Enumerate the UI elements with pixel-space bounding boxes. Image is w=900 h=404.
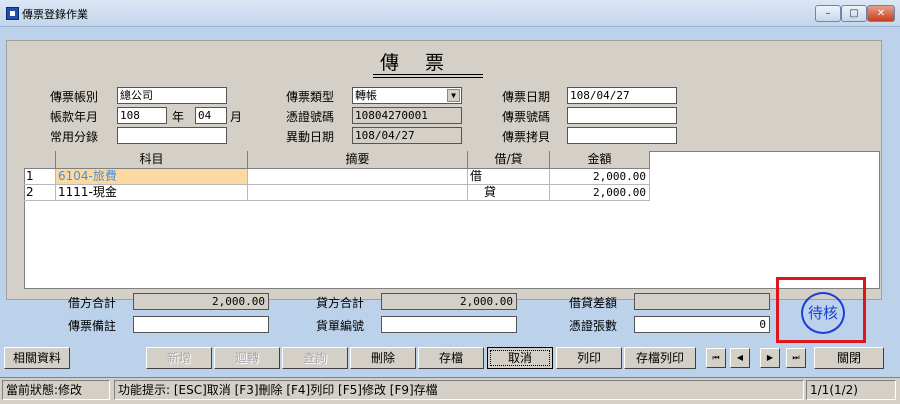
last-record-icon[interactable]: ⏭ <box>786 348 806 368</box>
bill-number-label: 貨單編號 <box>316 319 365 333</box>
subject-cell[interactable]: 6104-旅費 <box>56 169 248 185</box>
grid-corner <box>24 151 56 169</box>
related-data-button[interactable]: 相關資料 <box>4 347 70 369</box>
window-titlebar <box>0 0 900 27</box>
credit-total-label: 貸方合計 <box>316 296 365 310</box>
credit-total-field: 2,000.00 <box>381 293 517 310</box>
row-number: 2 <box>24 185 56 201</box>
print-button[interactable]: 列印 <box>556 347 622 369</box>
voucher-number-label: 傳票號碼 <box>502 110 551 124</box>
row-number: 1 <box>24 169 56 185</box>
summary-cell[interactable] <box>248 169 468 185</box>
amount-cell[interactable]: 2,000.00 <box>550 185 650 201</box>
debit-total-field: 2,000.00 <box>133 293 269 310</box>
query-button[interactable]: 查詢 <box>282 347 348 369</box>
amount-cell[interactable]: 2,000.00 <box>550 169 650 185</box>
debit-credit-cell[interactable]: 借 <box>468 169 550 185</box>
debit-total-label: 借方合計 <box>68 296 117 310</box>
window-title: 傳票登錄作業 <box>22 8 88 21</box>
voucher-type-label: 傳票類型 <box>286 90 335 104</box>
account-field[interactable]: 總公司 <box>117 87 227 104</box>
delete-button[interactable]: 刪除 <box>350 347 416 369</box>
year-unit: 年 <box>172 110 185 124</box>
column-header-amount[interactable]: 金額 <box>550 151 650 169</box>
status-state: 當前狀態:修改 <box>2 380 110 400</box>
app-icon <box>6 7 19 20</box>
year-field[interactable]: 108 <box>117 107 167 124</box>
voucher-date-label: 傳票日期 <box>502 90 551 104</box>
save-print-button[interactable]: 存檔列印 <box>624 347 696 369</box>
balance-diff-field <box>634 293 770 310</box>
column-header-debit-credit[interactable]: 借/貸 <box>468 151 550 169</box>
status-page: 1/1(1/2) <box>806 380 896 400</box>
common-entry-label: 常用分錄 <box>50 130 99 144</box>
account-label: 傳票帳別 <box>50 90 99 104</box>
certificate-number-field: 10804270001 <box>352 107 462 124</box>
maximize-button[interactable]: □ <box>841 5 867 22</box>
voucher-copy-field[interactable] <box>567 127 677 144</box>
change-date-field: 108/04/27 <box>352 127 462 144</box>
period-label: 帳款年月 <box>50 110 99 124</box>
debit-credit-cell[interactable]: 貸 <box>468 185 550 201</box>
add-button[interactable]: 新增 <box>146 347 212 369</box>
common-entry-field[interactable] <box>117 127 227 144</box>
status-hint: 功能提示: [ESC]取消 [F3]刪除 [F4]列印 [F5]修改 [F9]存… <box>114 380 804 400</box>
bill-number-field[interactable] <box>381 316 517 333</box>
next-record-icon[interactable]: ▶ <box>760 348 780 368</box>
form-title: 傳 票 <box>380 52 455 74</box>
change-date-label: 異動日期 <box>286 130 335 144</box>
month-field[interactable]: 04 <box>195 107 227 124</box>
voucher-note-field[interactable] <box>133 316 269 333</box>
voucher-type-value: 轉帳 <box>355 89 377 102</box>
cancel-button[interactable]: 取消 <box>487 347 553 369</box>
save-button[interactable]: 存檔 <box>418 347 484 369</box>
certificate-number-label: 憑證號碼 <box>286 110 335 124</box>
close-window-button[interactable]: ✕ <box>867 5 895 22</box>
subject-cell[interactable]: 1111-現金 <box>56 185 248 201</box>
certificate-count-label: 憑證張數 <box>569 319 618 333</box>
prev-record-icon[interactable]: ◀ <box>730 348 750 368</box>
minimize-button[interactable]: – <box>815 5 841 22</box>
voucher-type-select[interactable]: 轉帳 ▼ <box>352 87 462 104</box>
first-record-icon[interactable]: ⏮ <box>706 348 726 368</box>
voucher-copy-label: 傳票拷貝 <box>502 130 551 144</box>
certificate-count-field[interactable]: 0 <box>634 316 770 333</box>
voucher-date-field[interactable]: 108/04/27 <box>567 87 677 104</box>
title-underline <box>373 77 483 78</box>
pending-review-stamp: 待核 <box>801 292 845 334</box>
voucher-note-label: 傳票備註 <box>68 319 117 333</box>
reverse-button[interactable]: 迴轉 <box>214 347 280 369</box>
title-underline <box>373 74 483 75</box>
balance-diff-label: 借貸差額 <box>569 296 618 310</box>
summary-cell[interactable] <box>248 185 468 201</box>
column-header-summary[interactable]: 摘要 <box>248 151 468 169</box>
close-button[interactable]: 關閉 <box>814 347 884 369</box>
month-unit: 月 <box>230 110 243 124</box>
chevron-down-icon[interactable]: ▼ <box>447 89 460 102</box>
column-header-subject[interactable]: 科目 <box>56 151 248 169</box>
voucher-number-field[interactable] <box>567 107 677 124</box>
